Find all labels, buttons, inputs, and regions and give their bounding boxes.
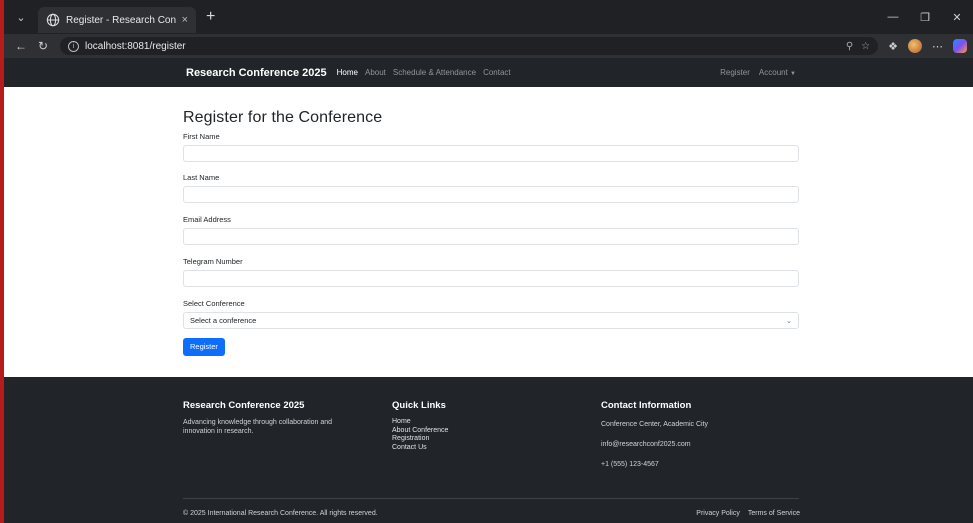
conference-select[interactable]: Select a conference ⌄ bbox=[183, 312, 799, 329]
minimize-icon[interactable]: — bbox=[877, 11, 909, 23]
first-name-label: First Name bbox=[183, 132, 220, 141]
nav-account-dropdown[interactable]: Account ▼ bbox=[759, 68, 796, 77]
nav-home[interactable]: Home bbox=[337, 68, 358, 77]
tab-close-icon[interactable]: × bbox=[182, 14, 188, 26]
email-input[interactable] bbox=[183, 228, 799, 245]
footer-contact-heading: Contact Information bbox=[601, 400, 692, 411]
footer-divider bbox=[183, 498, 799, 499]
window-controls: — ❐ ✕ bbox=[877, 0, 973, 34]
close-icon[interactable]: ✕ bbox=[941, 11, 973, 24]
nav-register[interactable]: Register bbox=[720, 68, 750, 77]
footer-phone: +1 (555) 123-4567 bbox=[601, 461, 659, 468]
telegram-input[interactable] bbox=[183, 270, 799, 287]
caret-down-icon: ▼ bbox=[790, 71, 796, 77]
url-field[interactable]: i localhost:8081/register ⚲ ☆ bbox=[60, 37, 879, 55]
footer-quick-links: Quick Links Home About Conference Regist… bbox=[392, 400, 448, 452]
footer-copyright: © 2025 International Research Conference… bbox=[183, 510, 378, 517]
tab-menu-icon[interactable]: ⌄ bbox=[10, 6, 32, 28]
back-icon[interactable]: ← bbox=[10, 39, 32, 53]
new-tab-button[interactable]: + bbox=[206, 9, 215, 25]
favorite-icon[interactable]: ☆ bbox=[861, 41, 870, 52]
tab-title: Register - Research Conference bbox=[66, 14, 176, 26]
zoom-icon[interactable]: ⚲ bbox=[846, 41, 853, 52]
terms-of-service-link[interactable]: Terms of Service bbox=[748, 510, 800, 517]
registration-form: Register for the Conference First Name L… bbox=[183, 109, 799, 356]
footer-email[interactable]: info@researchconf2025.com bbox=[601, 441, 708, 448]
nav-account-label: Account bbox=[758, 68, 788, 77]
globe-icon bbox=[46, 13, 60, 27]
browser-tab[interactable]: Register - Research Conference × bbox=[38, 7, 196, 33]
tab-bar: ⌄ Register - Research Conference × + — ❐… bbox=[4, 0, 973, 34]
footer-link-contact[interactable]: Contact Us bbox=[392, 444, 448, 453]
browser-window: ⌄ Register - Research Conference × + — ❐… bbox=[4, 0, 973, 523]
brand-logo[interactable]: Research Conference 2025 bbox=[186, 67, 327, 79]
last-name-input[interactable] bbox=[183, 186, 799, 203]
site-navbar: Research Conference 2025 Home About Sche… bbox=[4, 58, 973, 87]
conference-select-value: Select a conference bbox=[190, 316, 257, 325]
more-icon[interactable]: ⋯ bbox=[932, 40, 943, 53]
telegram-label: Telegram Number bbox=[183, 257, 243, 266]
footer-address: Conference Center, Academic City bbox=[601, 421, 708, 428]
chevron-down-icon: ⌄ bbox=[786, 317, 792, 325]
privacy-policy-link[interactable]: Privacy Policy bbox=[696, 510, 740, 517]
collections-icon[interactable]: ❖ bbox=[888, 40, 898, 53]
site-footer: Research Conference 2025 Advancing knowl… bbox=[4, 377, 973, 523]
register-button[interactable]: Register bbox=[183, 338, 225, 356]
footer-about-heading: Research Conference 2025 bbox=[183, 400, 305, 411]
footer-link-home[interactable]: Home bbox=[392, 418, 448, 427]
nav-schedule[interactable]: Schedule & Attendance bbox=[393, 68, 476, 77]
copilot-icon[interactable] bbox=[953, 39, 967, 53]
reload-icon[interactable]: ↻ bbox=[32, 39, 54, 53]
first-name-input[interactable] bbox=[183, 145, 799, 162]
footer-quick-links-heading: Quick Links bbox=[392, 400, 446, 411]
conference-label: Select Conference bbox=[183, 299, 245, 308]
email-label: Email Address bbox=[183, 215, 231, 224]
nav-about[interactable]: About bbox=[365, 68, 386, 77]
footer-contact: Contact Information Conference Center, A… bbox=[601, 400, 708, 481]
footer-about-text: Advancing knowledge through collaboratio… bbox=[183, 419, 333, 435]
nav-contact[interactable]: Contact bbox=[483, 68, 511, 77]
page-title: Register for the Conference bbox=[183, 109, 383, 126]
info-icon[interactable]: i bbox=[68, 40, 79, 52]
last-name-label: Last Name bbox=[183, 173, 220, 182]
footer-link-about[interactable]: About Conference bbox=[392, 427, 448, 436]
footer-about: Research Conference 2025 Advancing knowl… bbox=[183, 400, 363, 436]
footer-link-registration[interactable]: Registration bbox=[392, 435, 448, 444]
profile-avatar[interactable] bbox=[908, 39, 922, 53]
address-bar: ← ↻ i localhost:8081/register ⚲ ☆ ❖ ⋯ bbox=[4, 34, 973, 58]
maximize-icon[interactable]: ❐ bbox=[909, 11, 941, 24]
url-text: localhost:8081/register bbox=[85, 40, 186, 52]
